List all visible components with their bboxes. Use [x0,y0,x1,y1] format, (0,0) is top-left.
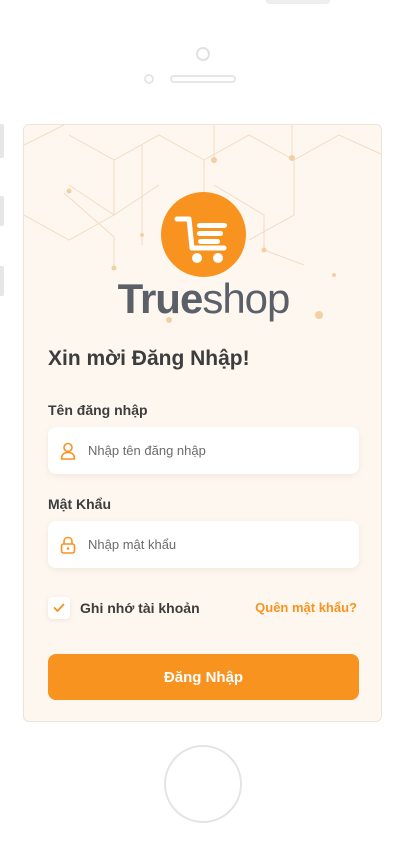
user-icon [48,427,88,474]
brand-logo-text: Trueshop [24,275,381,323]
password-label: Mật Khẩu [48,496,111,512]
forgot-password-link[interactable]: Quên mật khẩu? [255,600,357,615]
remember-label[interactable]: Ghi nhớ tài khoản [80,600,200,616]
lock-icon [48,521,88,568]
password-input[interactable] [88,537,348,552]
brand-part-2: shop [202,275,290,322]
username-field[interactable] [48,427,359,474]
username-label: Tên đăng nhập [48,402,148,418]
phone-home-button [164,745,242,823]
phone-camera [196,47,210,61]
login-screen: Trueshop Xin mời Đăng Nhập! Tên đăng nhậ… [23,124,382,722]
username-input[interactable] [88,443,348,458]
phone-top-tab [266,0,330,4]
remember-checkbox[interactable] [48,597,70,619]
phone-side-button [0,196,4,226]
checkmark-icon [53,603,65,612]
phone-side-button [0,124,4,158]
logo-badge [161,192,246,277]
page-title: Xin mời Đăng Nhập! [48,347,250,370]
phone-speaker [170,75,236,83]
phone-side-button [0,266,4,296]
login-button[interactable]: Đăng Nhập [48,654,359,700]
phone-sensor [144,74,154,84]
shopping-cart-icon [174,216,227,263]
password-field[interactable] [48,521,359,568]
remember-me: Ghi nhớ tài khoản [48,597,200,619]
brand-part-1: True [117,275,204,322]
